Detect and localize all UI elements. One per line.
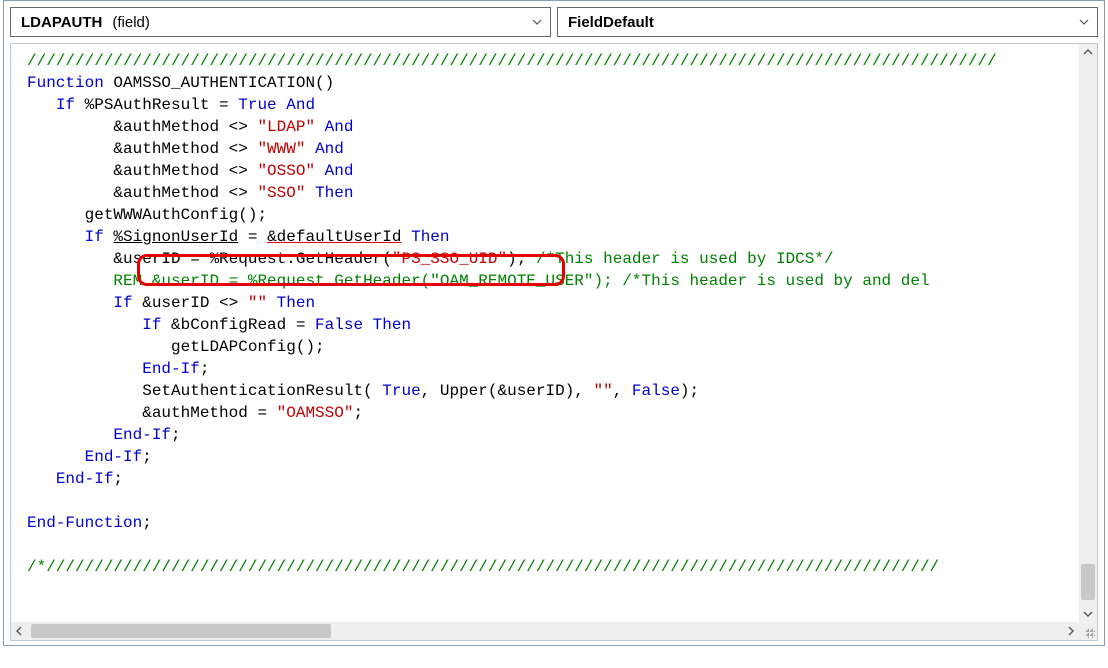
code-string: "LDAP" (257, 118, 315, 136)
code-variable: &authMethod (113, 184, 219, 202)
code-keyword: And (277, 96, 315, 114)
code-keyword: If (142, 316, 161, 334)
code-text: .GetHeader( (286, 250, 392, 268)
code-comment: /*//////////////////////////////////////… (27, 558, 939, 576)
scroll-left-icon[interactable] (11, 623, 27, 639)
code-keyword: End-If (85, 448, 143, 466)
code-text: ; (353, 404, 363, 422)
code-keyword: End-If (113, 426, 171, 444)
code-keyword: If (56, 96, 75, 114)
code-editor[interactable]: ////////////////////////////////////////… (11, 44, 1079, 622)
code-keyword: Function (27, 74, 104, 92)
code-variable: &authMethod (113, 162, 219, 180)
editor-window: LDAPAUTH(field) FieldDefault ///////////… (3, 0, 1105, 646)
scrollbar-thumb[interactable] (1081, 564, 1095, 600)
code-text: &bConfigRead (161, 316, 295, 334)
code-keyword: Then (363, 316, 411, 334)
code-keyword: If (113, 294, 132, 312)
object-selector-label: LDAPAUTH(field) (21, 14, 150, 31)
code-text: OAMSSO_AUTHENTICATION() (104, 74, 334, 92)
code-text: %PSAuthResult (75, 96, 209, 114)
code-text: &authMethod (142, 404, 257, 422)
code-text: %SignonUserId (113, 228, 238, 246)
code-keyword: End-If (142, 360, 200, 378)
code-string: "" (238, 294, 267, 312)
object-selector-combo[interactable]: LDAPAUTH(field) (10, 7, 551, 37)
code-keyword: If (85, 228, 104, 246)
code-text: &userID (133, 294, 219, 312)
code-variable: &authMethod (113, 118, 219, 136)
code-keyword: Then (305, 184, 353, 202)
code-text: SetAuthenticationResult( (142, 382, 382, 400)
code-comment: REM &userID = %Request.GetHeader("OAM_RE… (113, 272, 929, 290)
code-string: "OAMSSO" (277, 404, 354, 422)
event-selector-combo[interactable]: FieldDefault (557, 7, 1098, 37)
code-keyword: End-Function (27, 514, 142, 532)
code-keyword: Then (267, 294, 315, 312)
code-string: "WWW" (257, 140, 305, 158)
code-comment: ////////////////////////////////////////… (27, 52, 997, 70)
code-text: <> (219, 118, 257, 136)
code-text: &userID = (113, 250, 209, 268)
code-text: , (613, 382, 632, 400)
code-text: <> (219, 162, 257, 180)
code-text: , Upper(&userID), (421, 382, 594, 400)
code-keyword: True (238, 96, 276, 114)
scroll-down-icon[interactable] (1080, 606, 1096, 622)
dropdown-bar: LDAPAUTH(field) FieldDefault (10, 7, 1098, 37)
code-keyword: And (315, 118, 353, 136)
vertical-scrollbar[interactable] (1079, 44, 1097, 622)
code-string: "SSO" (257, 184, 305, 202)
scroll-right-icon[interactable] (1063, 623, 1079, 639)
code-string: "OSSO" (257, 162, 315, 180)
code-keyword: False (632, 382, 680, 400)
code-text: ); (680, 382, 699, 400)
code-keyword: And (315, 162, 353, 180)
code-keyword: False (315, 316, 363, 334)
code-keyword: And (305, 140, 343, 158)
code-text: = (209, 96, 238, 114)
code-comment: /*This header is used by IDCS*/ (526, 250, 833, 268)
code-text: %Request (209, 250, 286, 268)
code-text: = (257, 404, 276, 422)
chevron-down-icon (1077, 16, 1091, 28)
code-text: getWWWAuthConfig(); (85, 206, 267, 224)
chevron-down-icon (530, 16, 544, 28)
code-text: &defaultUserId (267, 228, 401, 246)
code-text: = (238, 228, 267, 246)
scroll-up-icon[interactable] (1080, 44, 1096, 60)
code-keyword: Then (401, 228, 449, 246)
code-text: <> (219, 184, 257, 202)
code-keyword: End-If (56, 470, 114, 488)
code-text: = (296, 316, 315, 334)
code-string: "PS_SSO_UID" (392, 250, 507, 268)
code-text: getLDAPConfig(); (171, 338, 325, 356)
event-selector-label: FieldDefault (568, 14, 654, 31)
code-variable: &authMethod (113, 140, 219, 158)
horizontal-scrollbar[interactable] (11, 622, 1079, 640)
resize-grip-icon[interactable] (1079, 622, 1097, 640)
code-text: <> (219, 140, 257, 158)
scrollbar-thumb[interactable] (31, 624, 331, 638)
code-text: ); (507, 250, 526, 268)
code-keyword: True (382, 382, 420, 400)
code-string: "" (594, 382, 613, 400)
code-text: <> (219, 294, 238, 312)
code-editor-frame: ////////////////////////////////////////… (10, 43, 1098, 641)
